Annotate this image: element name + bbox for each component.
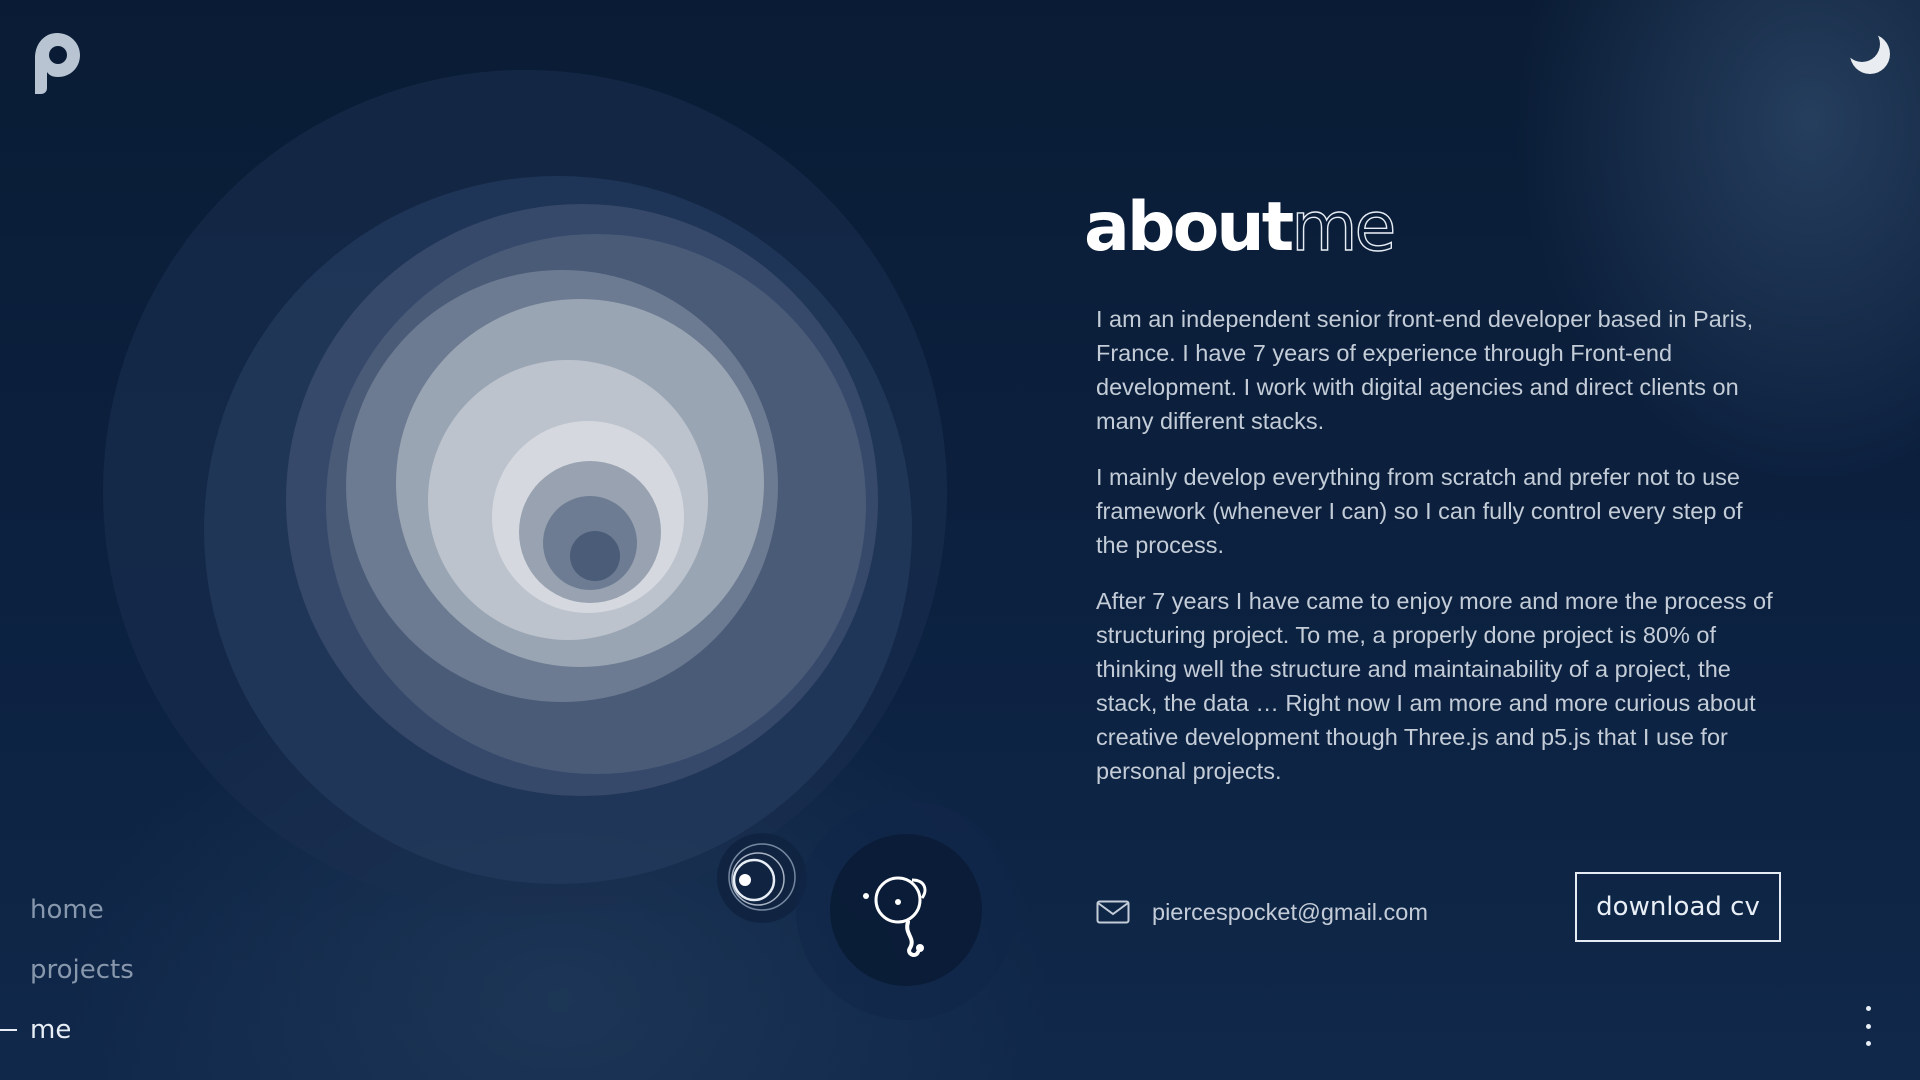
download-cv-button[interactable]: download cv bbox=[1575, 872, 1781, 942]
about-page: aboutme I am an independent senior front… bbox=[0, 0, 1920, 1080]
character-illustration bbox=[796, 800, 1016, 1020]
about-paragraph-3: After 7 years I have came to enjoy more … bbox=[1096, 588, 1773, 784]
main-nav: home projects me bbox=[0, 890, 200, 1070]
active-indicator bbox=[0, 1029, 17, 1031]
email-address: piercespocket@gmail.com bbox=[1152, 898, 1428, 925]
about-text-block: I am an independent senior front-end dev… bbox=[1096, 302, 1776, 810]
page-title: aboutme bbox=[1084, 186, 1397, 270]
dot bbox=[1865, 1023, 1871, 1029]
nav-item-projects[interactable]: projects bbox=[0, 950, 200, 990]
nav-item-label: me bbox=[30, 1015, 72, 1045]
circle-ring-11 bbox=[570, 531, 620, 581]
about-paragraph-2: I mainly develop everything from scratch… bbox=[1096, 464, 1743, 558]
mail-icon bbox=[1096, 900, 1130, 924]
nav-item-label: projects bbox=[30, 955, 134, 985]
title-me: me bbox=[1291, 187, 1397, 267]
nav-item-label: home bbox=[30, 895, 104, 925]
about-paragraph-1: I am an independent senior front-end dev… bbox=[1096, 306, 1754, 434]
nav-item-home[interactable]: home bbox=[0, 890, 200, 930]
email-link[interactable]: piercespocket@gmail.com bbox=[1096, 892, 1428, 932]
dot bbox=[1865, 1006, 1871, 1011]
title-about: about bbox=[1084, 188, 1294, 267]
dot bbox=[1865, 1041, 1871, 1046]
nav-item-me[interactable]: me bbox=[0, 1010, 200, 1050]
moon-icon[interactable] bbox=[1844, 30, 1892, 78]
target-circles-icon bbox=[717, 833, 807, 923]
vertical-dots-icon[interactable] bbox=[1856, 1006, 1880, 1046]
